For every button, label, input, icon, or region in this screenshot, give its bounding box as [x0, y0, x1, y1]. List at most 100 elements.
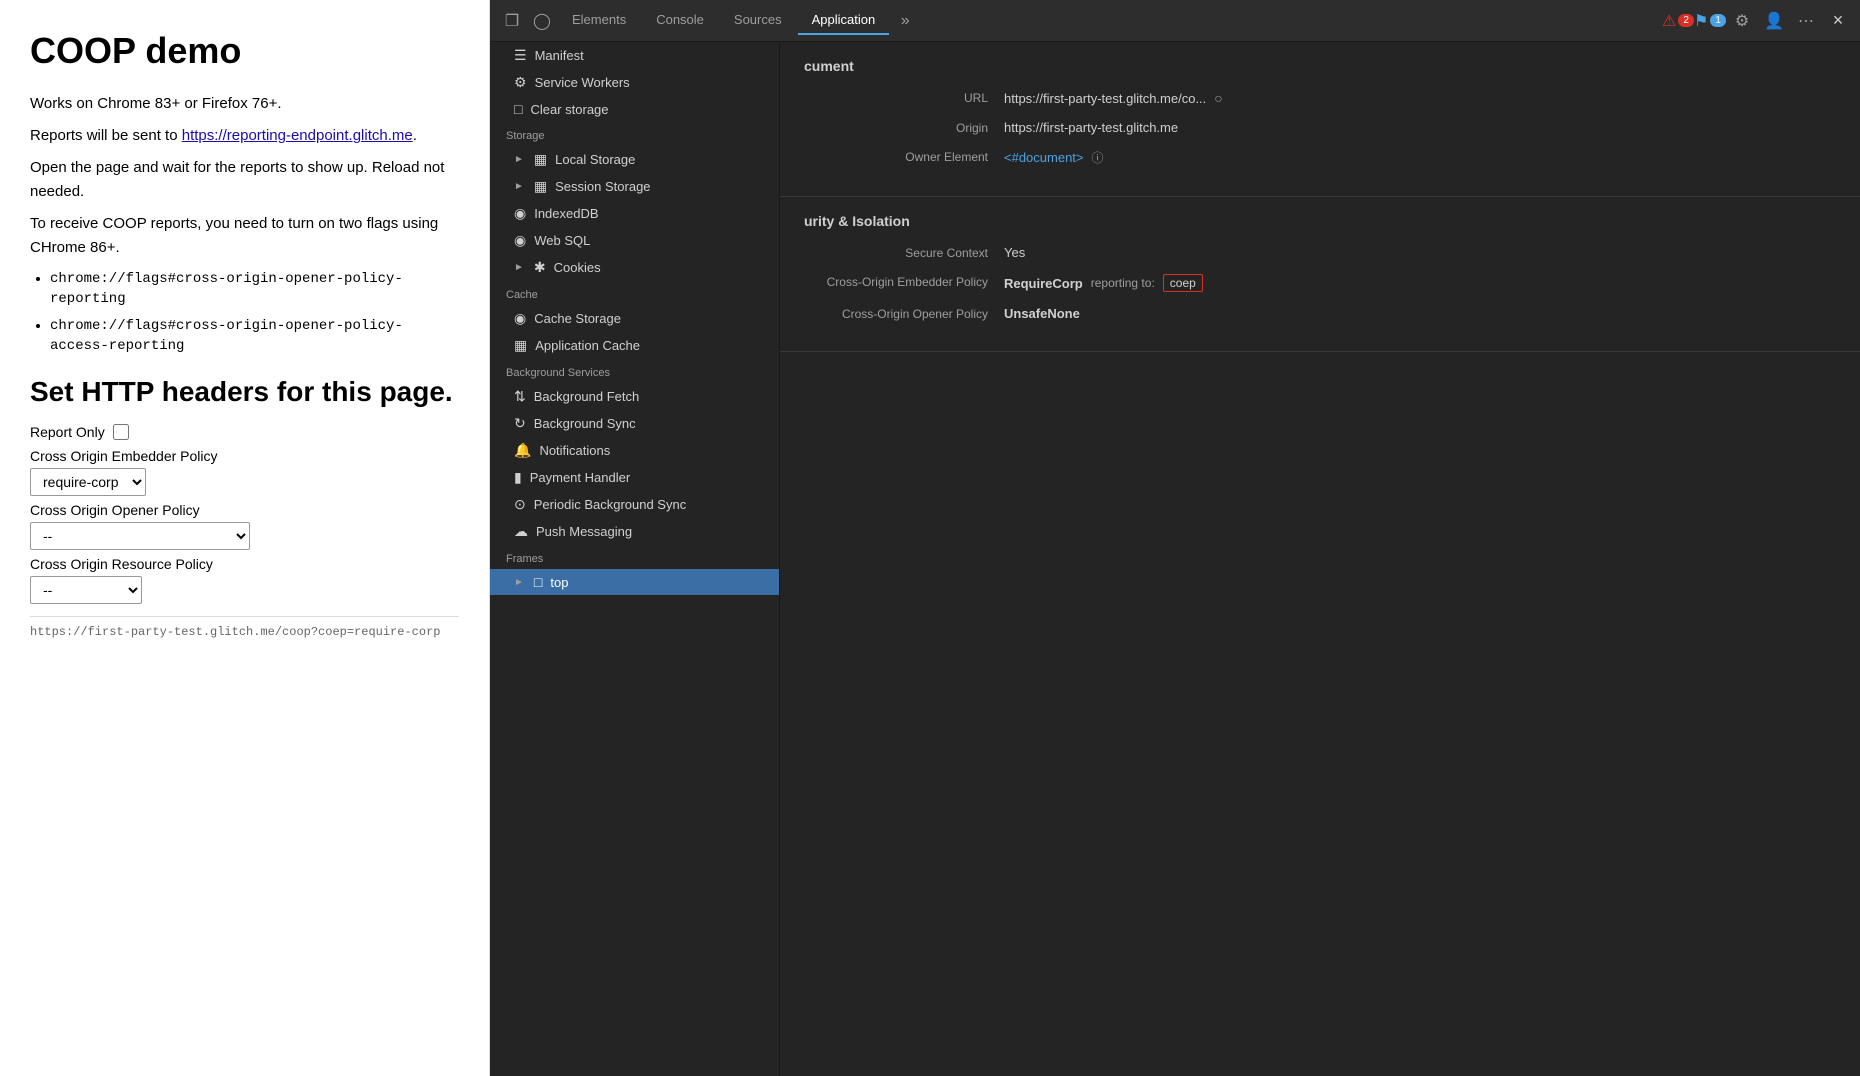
sidebar-item-manifest-label: Manifest	[535, 48, 584, 63]
sidebar-section-frames: Frames ► □ top	[490, 545, 779, 595]
coep-policy-text: RequireCorp	[1004, 276, 1083, 291]
flag-item-1: chrome://flags#cross-origin-opener-polic…	[50, 270, 459, 309]
reporting-endpoint-link[interactable]: https://reporting-endpoint.glitch.me	[182, 127, 413, 144]
sidebar-item-bg-sync[interactable]: ↻ Background Sync	[490, 410, 779, 437]
devtools-sidebar: ☰ Manifest ⚙ Service Workers □ Clear sto…	[490, 42, 780, 1076]
sidebar-item-payment-handler[interactable]: ▮ Payment Handler	[490, 464, 779, 491]
coop-select[interactable]: -- same-origin same-origin-allow-popups …	[30, 522, 250, 550]
url-circle-icon: ○	[1214, 90, 1222, 106]
error-icon-btn[interactable]: ⚠ 2	[1664, 7, 1692, 35]
coop-policy-text: UnsafeNone	[1004, 306, 1080, 321]
error-badge: 2	[1678, 14, 1694, 27]
sidebar-item-clear-storage[interactable]: □ Clear storage	[490, 96, 779, 122]
sidebar-item-session-storage[interactable]: ► ▦ Session Storage	[490, 173, 779, 200]
frames-section-label: Frames	[490, 545, 779, 569]
coep-reporting-text: reporting to:	[1091, 276, 1155, 290]
origin-field-value: https://first-party-test.glitch.me	[1004, 120, 1836, 135]
sidebar-item-push-messaging[interactable]: ☁ Push Messaging	[490, 518, 779, 545]
sidebar-item-cookies[interactable]: ► ✱ Cookies	[490, 254, 779, 281]
coep-select[interactable]: require-corp -- unsafe-none	[30, 468, 146, 496]
coop-label: Cross Origin Opener Policy	[30, 502, 459, 518]
owner-element-link[interactable]: <#document>	[1004, 150, 1084, 165]
more-options-btn[interactable]: ⋯	[1792, 7, 1820, 35]
bg-services-section-label: Background Services	[490, 359, 779, 383]
close-btn[interactable]: ×	[1824, 7, 1852, 35]
cookies-arrow: ►	[514, 262, 524, 273]
sidebar-item-periodic-bg-sync[interactable]: ⊙ Periodic Background Sync	[490, 491, 779, 518]
tab-application[interactable]: Application	[798, 6, 890, 35]
sidebar-item-bg-sync-label: Background Sync	[534, 416, 636, 431]
sidebar-item-manifest[interactable]: ☰ Manifest	[490, 42, 779, 69]
page-title: COOP demo	[30, 30, 459, 72]
sidebar-item-notifications[interactable]: 🔔 Notifications	[490, 437, 779, 464]
security-section-title: urity & Isolation	[804, 213, 1836, 229]
url-field-row: URL https://first-party-test.glitch.me/c…	[804, 90, 1836, 106]
report-only-checkbox[interactable]	[113, 424, 129, 440]
report-only-label: Report Only	[30, 424, 105, 440]
devtools-panel: ❐ ◯ Elements Console Sources Application…	[490, 0, 1860, 1076]
url-field-label: URL	[804, 90, 1004, 105]
feedback-icon-btn[interactable]: 👤	[1760, 7, 1788, 35]
sidebar-item-top-frame[interactable]: ► □ top	[490, 569, 779, 595]
cursor-icon-btn[interactable]: ❐	[498, 7, 526, 35]
sidebar-item-bg-fetch[interactable]: ⇅ Background Fetch	[490, 383, 779, 410]
tab-elements[interactable]: Elements	[558, 6, 640, 35]
reports-text-before: Reports will be sent to	[30, 127, 182, 144]
coop-policy-value: UnsafeNone	[1004, 306, 1836, 321]
owner-field-label: Owner Element	[804, 149, 1004, 164]
info-icon-btn[interactable]: ⚑ 1	[1696, 7, 1724, 35]
sidebar-section-app: ☰ Manifest ⚙ Service Workers □ Clear sto…	[490, 42, 779, 122]
devtools-main: ☰ Manifest ⚙ Service Workers □ Clear sto…	[490, 42, 1860, 1076]
sidebar-item-web-sql[interactable]: ◉ Web SQL	[490, 227, 779, 254]
cookies-icon: ✱	[534, 259, 546, 276]
settings-icon-btn[interactable]: ⚙	[1728, 7, 1756, 35]
session-storage-arrow: ►	[514, 181, 524, 192]
sidebar-item-local-storage-label: Local Storage	[555, 152, 635, 167]
coop-group: Cross Origin Opener Policy -- same-origi…	[30, 502, 459, 550]
sidebar-item-cache-storage[interactable]: ◉ Cache Storage	[490, 305, 779, 332]
sidebar-section-cache: Cache ◉ Cache Storage ▦ Application Cach…	[490, 281, 779, 359]
local-storage-icon: ▦	[534, 151, 547, 168]
para2: Open the page and wait for the reports t…	[30, 156, 459, 204]
tab-sources[interactable]: Sources	[720, 6, 796, 35]
sidebar-item-push-messaging-label: Push Messaging	[536, 524, 632, 539]
storage-section-label: Storage	[490, 122, 779, 146]
sidebar-item-local-storage[interactable]: ► ▦ Local Storage	[490, 146, 779, 173]
service-workers-icon: ⚙	[514, 74, 527, 91]
sidebar-item-periodic-bg-sync-label: Periodic Background Sync	[534, 497, 686, 512]
coop-policy-row: Cross-Origin Opener Policy UnsafeNone	[804, 306, 1836, 321]
reports-text-after: .	[413, 127, 417, 144]
coep-endpoint-badge: coep	[1163, 274, 1203, 292]
topbar-right: ⚠ 2 ⚑ 1 ⚙ 👤 ⋯ ×	[1664, 7, 1852, 35]
owner-field-row: Owner Element <#document> ⓘ	[804, 149, 1836, 166]
corp-select[interactable]: -- same-origin same-site cross-origin	[30, 576, 142, 604]
top-frame-icon: □	[534, 574, 542, 590]
sidebar-item-bg-fetch-label: Background Fetch	[534, 389, 640, 404]
corp-label: Cross Origin Resource Policy	[30, 556, 459, 572]
manifest-icon: ☰	[514, 47, 527, 64]
coep-group: Cross Origin Embedder Policy require-cor…	[30, 448, 459, 496]
sidebar-item-service-workers-label: Service Workers	[535, 75, 630, 90]
security-section: urity & Isolation Secure Context Yes Cro…	[780, 197, 1860, 352]
device-icon-btn[interactable]: ◯	[528, 7, 556, 35]
more-tabs-btn[interactable]: »	[891, 7, 919, 35]
sidebar-item-indexeddb[interactable]: ◉ IndexedDB	[490, 200, 779, 227]
notifications-icon: 🔔	[514, 442, 531, 459]
url-bar: https://first-party-test.glitch.me/coop?…	[30, 616, 459, 639]
flags-list: chrome://flags#cross-origin-opener-polic…	[50, 270, 459, 356]
local-storage-arrow: ►	[514, 154, 524, 165]
cache-section-label: Cache	[490, 281, 779, 305]
reports-para: Reports will be sent to https://reportin…	[30, 124, 459, 148]
sidebar-item-app-cache[interactable]: ▦ Application Cache	[490, 332, 779, 359]
sidebar-item-service-workers[interactable]: ⚙ Service Workers	[490, 69, 779, 96]
clear-storage-icon: □	[514, 101, 522, 117]
sidebar-item-session-storage-label: Session Storage	[555, 179, 650, 194]
owner-field-value: <#document> ⓘ	[1004, 149, 1836, 166]
web-sql-icon: ◉	[514, 232, 526, 249]
coep-policy-value: RequireCorp reporting to: coep	[1004, 274, 1836, 292]
tab-console[interactable]: Console	[642, 6, 718, 35]
coep-label: Cross Origin Embedder Policy	[30, 448, 459, 464]
bg-sync-icon: ↻	[514, 415, 526, 432]
owner-info-icon[interactable]: ⓘ	[1092, 149, 1104, 166]
indexeddb-icon: ◉	[514, 205, 526, 222]
